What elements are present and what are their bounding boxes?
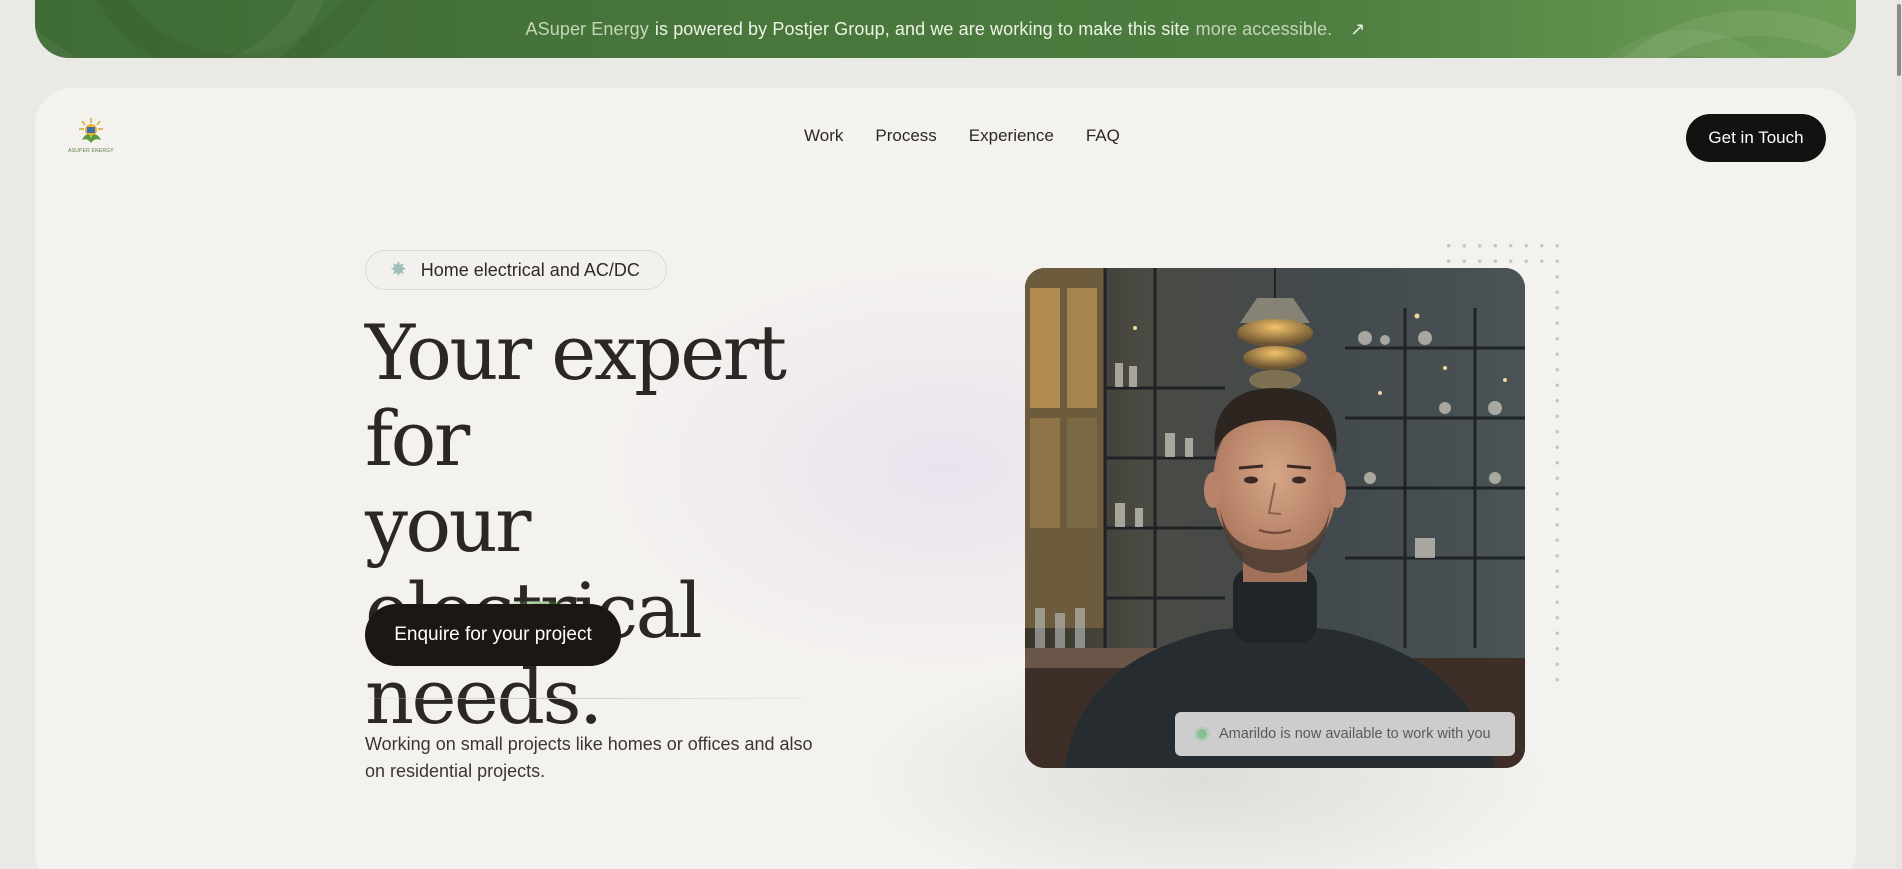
get-in-touch-button[interactable]: Get in Touch [1686, 114, 1826, 162]
nav-work[interactable]: Work [804, 126, 843, 146]
main-card: ASUPER ENERGY Work Process Experience FA… [35, 88, 1856, 869]
nav-faq[interactable]: FAQ [1086, 126, 1120, 146]
arrow-up-right-icon[interactable]: ↗ [1350, 19, 1365, 40]
nav-experience[interactable]: Experience [969, 126, 1054, 146]
accessibility-link[interactable]: more accessible. [1196, 19, 1333, 40]
portrait-photo [1025, 268, 1525, 768]
cafe-portrait-image [1025, 268, 1525, 768]
hero-title-line: needs. [365, 652, 603, 741]
main-nav: Work Process Experience FAQ [804, 126, 1120, 146]
enquire-button[interactable]: Enquire for your project [365, 604, 621, 666]
scrollbar-thumb[interactable] [1897, 4, 1901, 76]
announcement-banner: ASuper Energy is powered by Postjer Grou… [35, 0, 1856, 58]
nav-process[interactable]: Process [875, 126, 936, 146]
divider [365, 698, 805, 699]
availability-text: Amarildo is now available to work with y… [1219, 726, 1491, 742]
banner-brand: ASuper Energy [525, 18, 649, 39]
service-pill: ✸ Home electrical and AC/DC [365, 250, 667, 290]
status-dot-icon [1197, 729, 1207, 739]
scrollbar[interactable] [1896, 0, 1902, 869]
hero-description: Working on small projects like homes or … [365, 734, 813, 781]
pill-label: Home electrical and AC/DC [420, 259, 640, 280]
sun-leaf-logo-icon [79, 118, 103, 143]
sparkle-icon: ✸ [390, 259, 407, 281]
hero-title-line: Your expert for [365, 308, 787, 483]
banner-text: ASuper Energy is powered by Postjer Grou… [526, 19, 1366, 40]
logo-text: ASUPER ENERGY [68, 148, 114, 154]
hero-title: Your expert for your electrical needs. [365, 310, 885, 740]
banner-message: is powered by Postjer Group, and we are … [654, 18, 1190, 39]
availability-badge: Amarildo is now available to work with y… [1175, 712, 1515, 756]
site-logo[interactable]: ASUPER ENERGY [67, 116, 115, 160]
